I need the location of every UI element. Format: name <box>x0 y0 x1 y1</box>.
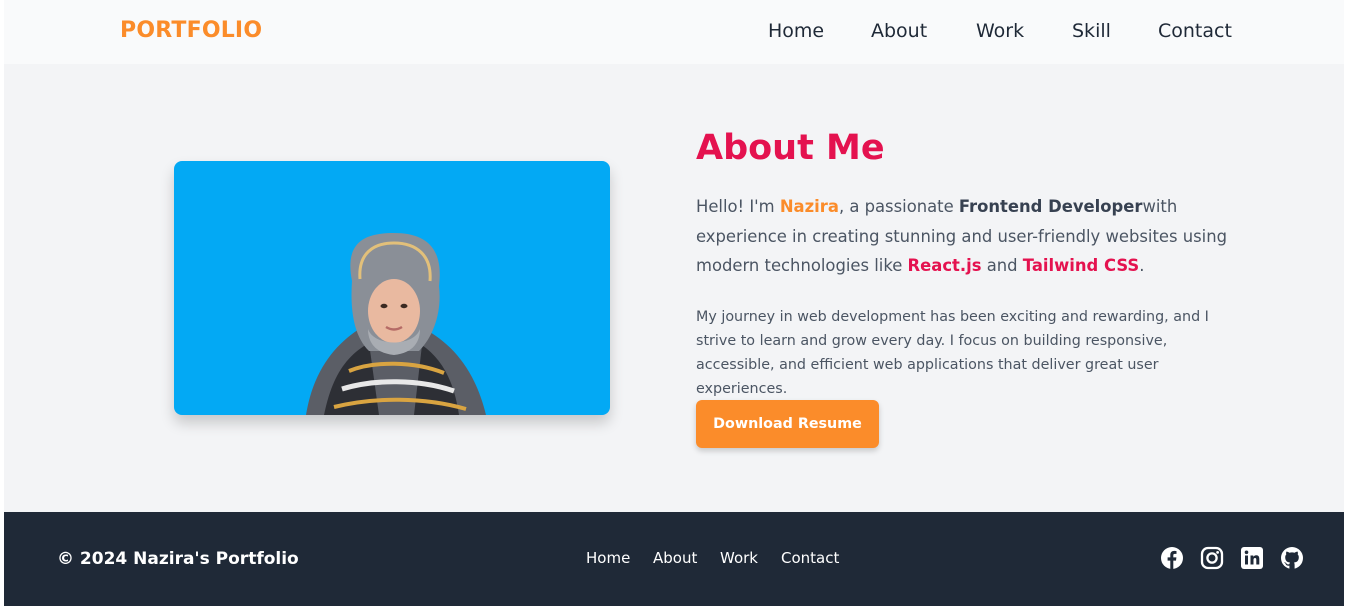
profile-portrait-illustration <box>306 233 486 415</box>
intro-tech-tailwind: Tailwind CSS <box>1022 256 1140 275</box>
facebook-icon[interactable] <box>1160 546 1184 570</box>
nav-skill-link[interactable]: Skill <box>1072 20 1111 42</box>
linkedin-icon[interactable] <box>1240 546 1264 570</box>
download-resume-button[interactable]: Download Resume <box>696 400 879 448</box>
intro-role: Frontend Developer <box>958 197 1143 216</box>
nav-contact-link[interactable]: Contact <box>1158 20 1232 42</box>
intro-text: and <box>981 256 1023 275</box>
profile-photo <box>174 161 610 415</box>
site-header: PORTFOLIO Home About Work Skill Contact <box>4 0 1344 64</box>
intro-text: , a passionate <box>838 197 959 216</box>
about-journey: My journey in web development has been e… <box>696 309 1209 397</box>
nav-work-link[interactable]: Work <box>976 20 1024 42</box>
main-nav: Home About Work Skill Contact <box>4 20 1344 44</box>
intro-text: Hello! I'm <box>696 197 780 216</box>
intro-tech-react: React.js <box>907 256 982 275</box>
social-links <box>4 546 1344 570</box>
page-edge-right <box>1344 0 1350 606</box>
nav-about-link[interactable]: About <box>871 20 927 42</box>
intro-text: . <box>1139 256 1145 275</box>
github-icon[interactable] <box>1280 546 1304 570</box>
about-intro: Hello! I'm Nazira, a passionate Frontend… <box>696 192 1244 281</box>
intro-name: Nazira <box>779 197 839 216</box>
nav-home-link[interactable]: Home <box>768 20 824 42</box>
site-footer: © 2024 Nazira's Portfolio Home About Wor… <box>4 512 1344 606</box>
about-title: About Me <box>696 128 885 168</box>
instagram-icon[interactable] <box>1200 546 1224 570</box>
